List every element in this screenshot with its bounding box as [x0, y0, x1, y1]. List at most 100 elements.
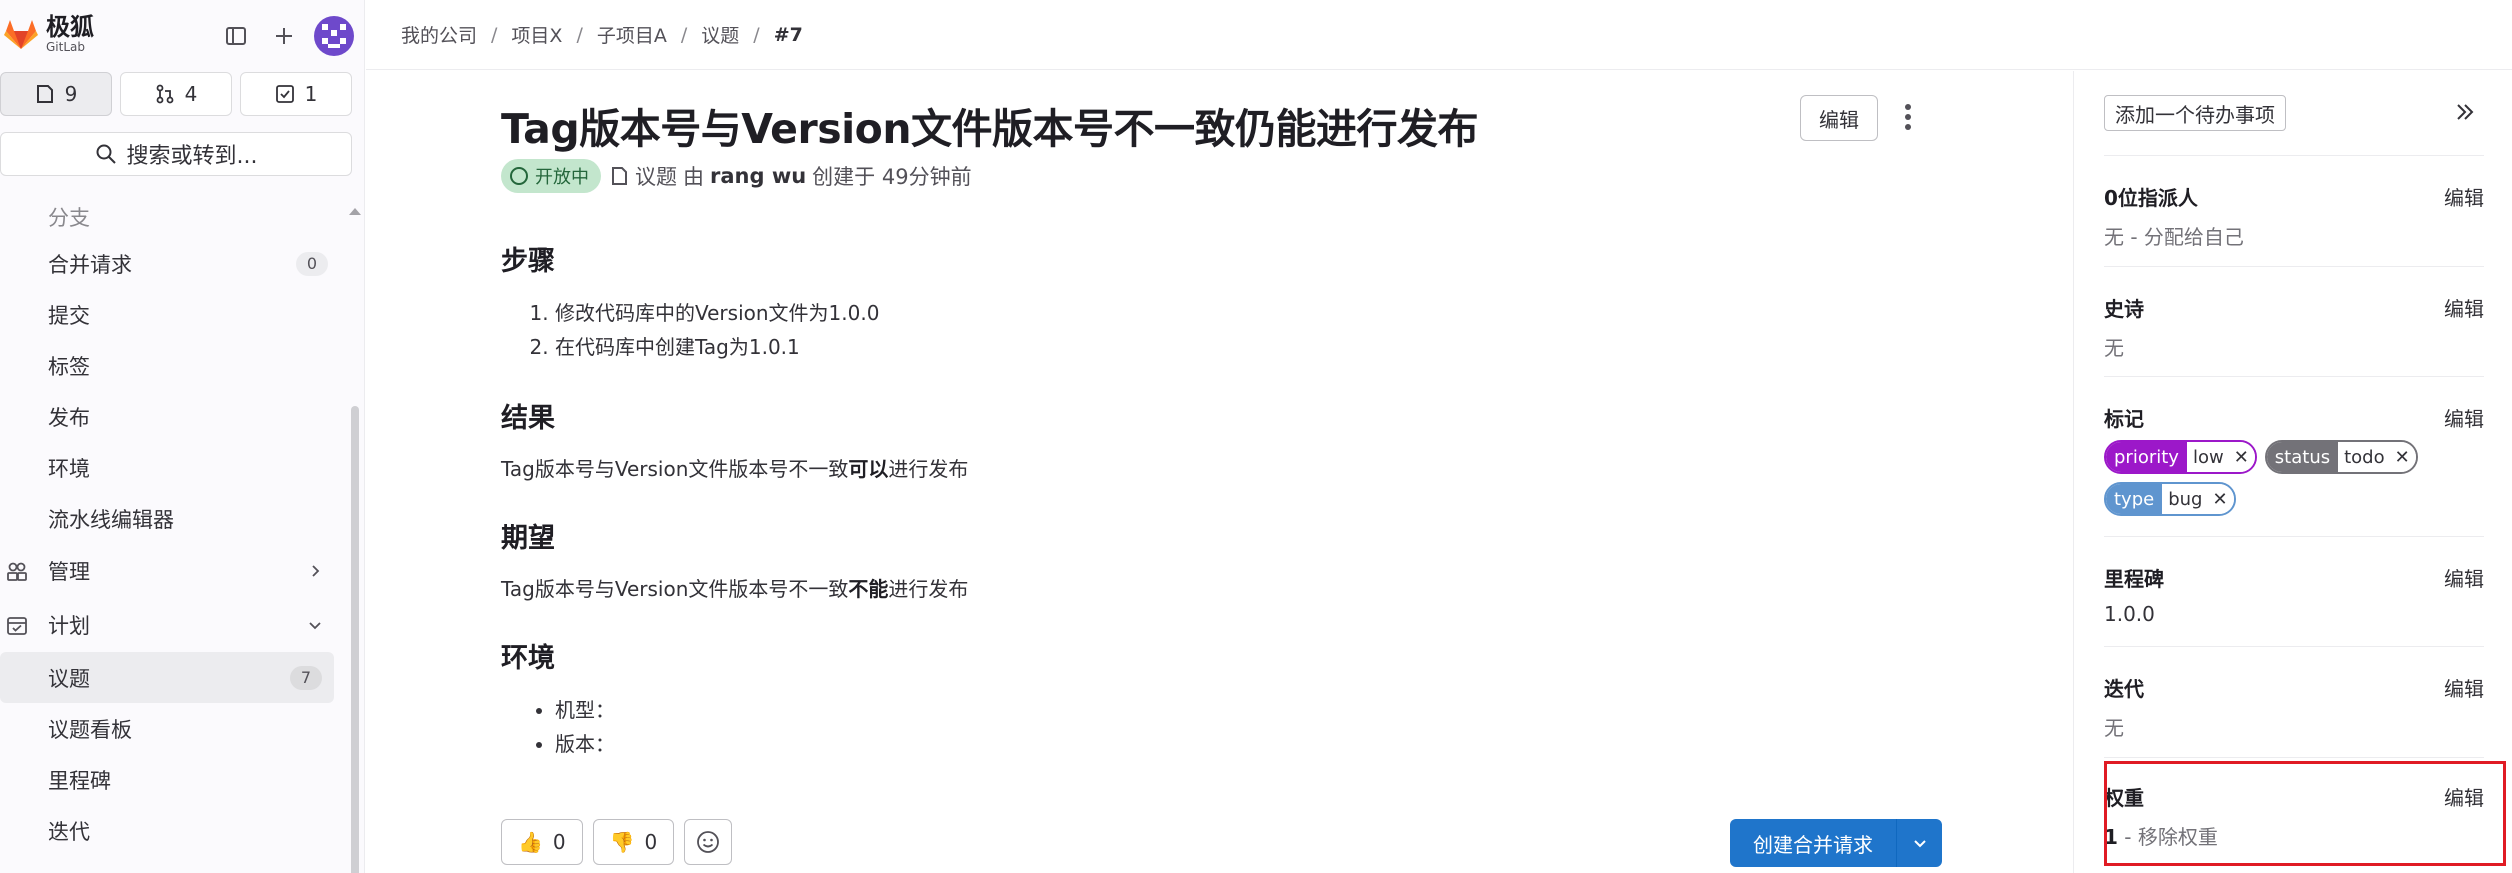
issues-count-button[interactable]: 9	[0, 72, 112, 116]
edit-epic-button[interactable]: 编辑	[2444, 293, 2484, 322]
todo-icon	[275, 84, 295, 104]
breadcrumb-link[interactable]: 我的公司	[401, 21, 477, 48]
award-emoji-bar: 👍 0 👎 0	[501, 819, 733, 865]
count-badge: 7	[290, 665, 322, 690]
merge-requests-count: 4	[184, 82, 198, 106]
breadcrumb: 我的公司 / 项目X / 子项目A / 议题 / #7	[366, 0, 2512, 70]
plus-icon[interactable]	[266, 18, 302, 54]
add-todo-button[interactable]: 添加一个待办事项	[2104, 95, 2286, 131]
issue-meta: 开放中 议题 由 rang wu 创建于 49分钟前	[501, 159, 972, 193]
toggle-sidebar-icon[interactable]	[218, 18, 254, 54]
issue-type: 议题	[635, 165, 677, 189]
label-type[interactable]: type bug ✕	[2104, 482, 2236, 516]
sidebar-item-issues[interactable]: 议题 7	[0, 652, 334, 703]
milestone-block: 编辑 里程碑 1.0.0	[2104, 536, 2484, 647]
sidebar-scrollbar[interactable]	[348, 206, 361, 873]
sidebar-item-issue-boards[interactable]: 议题看板	[0, 703, 340, 754]
issue-description: 步骤 修改代码库中的Version文件为1.0.0 在代码库中创建Tag为1.0…	[501, 239, 1901, 793]
label-value: todo	[2344, 446, 2385, 468]
search-icon	[95, 143, 117, 165]
epic-block: 编辑 史诗 无	[2104, 266, 2484, 377]
assignees-label: 0位指派人	[2104, 186, 2198, 210]
scrollbar-thumb[interactable]	[351, 406, 359, 873]
sidebar-item-label: 合并请求	[48, 252, 132, 277]
created-time: 创建于 49分钟前	[812, 165, 972, 189]
collapse-sidebar-icon[interactable]	[2454, 101, 2476, 123]
left-sidebar: 极狐 GitLab 9 4 1 搜索或转到... 分支 合并请求 0 提交 标签…	[0, 0, 365, 873]
author-link[interactable]: rang wu	[710, 164, 806, 188]
thumbs-down-icon: 👎	[609, 830, 635, 854]
chevron-down-icon	[1913, 836, 1927, 850]
brand-name: 极狐	[46, 13, 94, 41]
sidebar-item-branches[interactable]: 分支	[0, 196, 340, 238]
label-status[interactable]: status todo ✕	[2264, 440, 2418, 474]
breadcrumb-current[interactable]: #7	[774, 24, 803, 46]
list-item: 修改代码库中的Version文件为1.0.0	[555, 296, 1901, 330]
scroll-up-icon[interactable]	[348, 206, 362, 216]
sidebar-item-label: 议题看板	[48, 717, 132, 742]
epic-label: 史诗	[2104, 297, 2144, 321]
sidebar-section-manage[interactable]: 管理	[0, 544, 340, 598]
brand[interactable]: 极狐 GitLab	[0, 14, 94, 54]
sidebar-item-iterations[interactable]: 迭代	[0, 805, 340, 856]
sidebar-item-pipeline-editor[interactable]: 流水线编辑器	[0, 493, 340, 544]
chevron-right-icon	[308, 564, 322, 578]
sidebar-item-label: 提交	[48, 303, 90, 328]
search-button[interactable]: 搜索或转到...	[0, 132, 352, 176]
add-reaction-button[interactable]	[684, 819, 733, 865]
sidebar-nav: 分支 合并请求 0 提交 标签 发布 环境 流水线编辑器 管理 计划 议题 7 …	[0, 196, 340, 856]
sidebar-item-label: 迭代	[48, 819, 90, 844]
sidebar-item-commits[interactable]: 提交	[0, 289, 340, 340]
sidebar-item-label: 里程碑	[48, 768, 111, 793]
status-badge: 开放中	[501, 159, 601, 193]
remove-label-icon[interactable]: ✕	[2234, 447, 2249, 468]
sidebar-item-label: 议题	[48, 666, 90, 691]
section-heading: 期望	[501, 523, 555, 554]
sidebar-item-merge-requests[interactable]: 合并请求 0	[0, 238, 340, 289]
create-merge-request-dropdown[interactable]	[1896, 819, 1942, 867]
highlight-box	[2104, 761, 2506, 866]
label-priority[interactable]: priority low ✕	[2104, 440, 2257, 474]
issue-type-icon	[611, 166, 629, 186]
sidebar-item-tags[interactable]: 标签	[0, 340, 340, 391]
issue-open-icon	[509, 166, 529, 186]
breadcrumb-link[interactable]: 议题	[701, 21, 739, 48]
sidebar-item-releases[interactable]: 发布	[0, 391, 340, 442]
thumbs-up-icon: 👍	[518, 830, 543, 854]
milestone-label: 里程碑	[2104, 567, 2164, 591]
list-item: 机型：	[555, 693, 1901, 727]
edit-labels-button[interactable]: 编辑	[2444, 403, 2484, 432]
sidebar-section-plan[interactable]: 计划	[0, 598, 340, 652]
sidebar-item-environments[interactable]: 环境	[0, 442, 340, 493]
reaction-count: 0	[552, 830, 566, 854]
edit-assignees-button[interactable]: 编辑	[2444, 182, 2484, 211]
label-key: type	[2106, 484, 2163, 514]
breadcrumb-link[interactable]: 项目X	[511, 21, 562, 48]
edit-issue-button[interactable]: 编辑	[1800, 95, 1878, 141]
section-heading: 结果	[501, 403, 555, 434]
avatar[interactable]	[314, 16, 354, 56]
breadcrumb-link[interactable]: 子项目A	[597, 21, 667, 48]
issue-sidebar: 添加一个待办事项 编辑 0位指派人 无 - 分配给自己 编辑 史诗 无 编辑 标…	[2073, 71, 2512, 873]
thumbs-down-button[interactable]: 👎 0	[592, 819, 675, 865]
remove-label-icon[interactable]: ✕	[2395, 447, 2410, 468]
sidebar-item-milestones[interactable]: 里程碑	[0, 754, 340, 805]
create-merge-request-button[interactable]: 创建合并请求	[1730, 819, 1896, 867]
remove-label-icon[interactable]: ✕	[2212, 489, 2227, 510]
result-text: Tag版本号与Version文件版本号不一致可以进行发布	[501, 457, 969, 481]
issues-count: 9	[64, 82, 78, 106]
edit-iteration-button[interactable]: 编辑	[2444, 673, 2484, 702]
page-title: Tag版本号与Version文件版本号不一致仍能进行发布	[501, 105, 1479, 153]
merge-requests-count-button[interactable]: 4	[120, 72, 232, 116]
by-text: 由	[683, 165, 704, 189]
thumbs-up-button[interactable]: 👍 0	[501, 819, 583, 865]
iteration-value: 无	[2104, 716, 2124, 740]
edit-milestone-button[interactable]: 编辑	[2444, 563, 2484, 592]
sidebar-item-label: 发布	[48, 405, 90, 430]
todos-count-button[interactable]: 1	[240, 72, 352, 116]
expect-text: Tag版本号与Version文件版本号不一致不能进行发布	[501, 577, 969, 601]
milestone-value[interactable]: 1.0.0	[2104, 602, 2484, 626]
more-actions-icon[interactable]	[1904, 103, 1912, 131]
assignees-value[interactable]: 无 - 分配给自己	[2104, 221, 2484, 250]
iteration-label: 迭代	[2104, 677, 2144, 701]
